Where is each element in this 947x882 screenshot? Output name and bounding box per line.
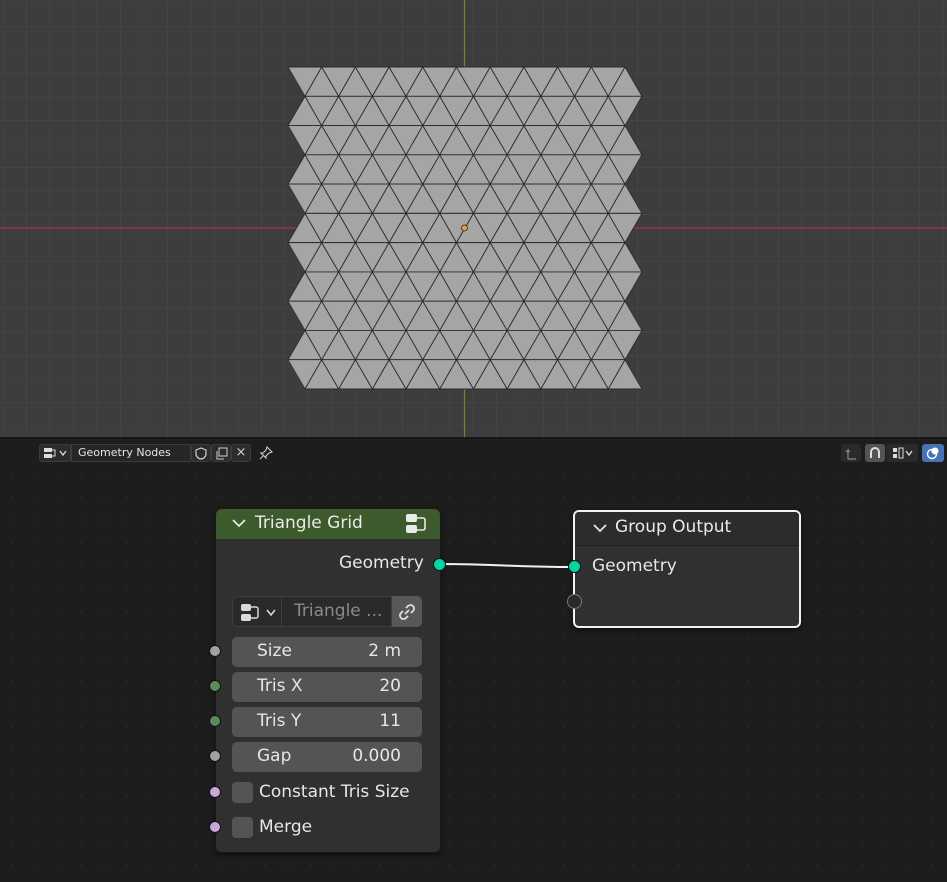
node-tree-icon (44, 448, 56, 458)
node-title: Triangle Grid (255, 513, 363, 533)
fake-user-button[interactable] (191, 444, 211, 462)
geometry-output-socket[interactable] (433, 558, 446, 571)
merge-checkbox[interactable] (232, 817, 253, 838)
overlay-icon (926, 447, 939, 460)
constant-tris-size-label: Constant Tris Size (259, 782, 410, 802)
tris-x-label: Tris X (257, 676, 303, 696)
chevron-down-icon (266, 609, 276, 617)
duplicate-tree-button[interactable] (211, 444, 231, 462)
node-group-icon (406, 514, 426, 533)
gap-value: 0.000 (352, 746, 401, 766)
size-input-socket[interactable] (209, 645, 221, 657)
tris-y-value: 11 (379, 711, 401, 731)
node-title: Group Output (615, 517, 732, 537)
gap-label: Gap (257, 746, 292, 766)
merge-socket[interactable] (209, 821, 221, 833)
constant-tris-size-socket[interactable] (209, 786, 221, 798)
viewport-canvas[interactable] (0, 0, 947, 437)
tris-x-value: 20 (379, 676, 401, 696)
snap-toggle[interactable] (865, 444, 885, 462)
collapse-chevron-icon[interactable] (232, 518, 246, 528)
empty-input-socket[interactable] (567, 594, 582, 609)
output-geometry-label: Geometry (339, 553, 424, 573)
merge-label: Merge (259, 817, 313, 837)
snap-mode-icon (893, 447, 904, 459)
unlink-tree-button[interactable]: × (231, 444, 251, 462)
object-origin-dot (461, 224, 468, 232)
tris-y-input-socket[interactable] (209, 715, 221, 727)
tris-x-input-socket[interactable] (209, 680, 221, 692)
snap-icon (870, 447, 880, 458)
close-icon: × (235, 445, 247, 460)
node-group-selector[interactable]: Triangle ... (232, 596, 422, 627)
node-group-name[interactable]: Triangle ... (282, 596, 392, 627)
gap-field[interactable]: Gap 0.000 (232, 742, 422, 772)
node-editor-dot-grid (11, 473, 933, 866)
pin-icon (259, 445, 274, 460)
node-tree-icon (241, 604, 259, 621)
node-group-browse-button[interactable] (232, 596, 282, 627)
node-tree-name-field[interactable]: Geometry Nodes (71, 444, 191, 462)
node-header[interactable]: Triangle Grid (216, 509, 440, 539)
input-geometry-label: Geometry (592, 556, 677, 576)
node-editor[interactable]: Geometry Nodes × Triangle Grid Geometry (0, 439, 947, 882)
tris-y-label: Tris Y (257, 711, 302, 731)
parent-node-tree-icon (845, 448, 856, 460)
chevron-down-icon (905, 450, 913, 457)
collapse-chevron-icon[interactable] (593, 523, 607, 533)
tris-x-field[interactable]: Tris X 20 (232, 672, 422, 702)
node-header[interactable]: Group Output (575, 512, 799, 546)
shield-icon (195, 446, 207, 460)
copy-icon (216, 447, 227, 459)
constant-tris-size-checkbox[interactable] (232, 782, 253, 803)
size-field[interactable]: Size 2 m (232, 637, 422, 667)
parent-node-tree-button[interactable] (841, 444, 861, 462)
tris-y-field[interactable]: Tris Y 11 (232, 707, 422, 737)
node-tree-type-select[interactable] (39, 444, 71, 462)
chevron-down-icon (59, 450, 67, 457)
gap-input-socket[interactable] (209, 750, 221, 762)
size-value: 2 m (368, 641, 401, 661)
3d-viewport[interactable] (0, 0, 947, 437)
link-icon (399, 603, 415, 620)
pin-button[interactable] (258, 445, 276, 463)
make-single-user-button[interactable] (392, 596, 422, 627)
size-label: Size (257, 641, 292, 661)
geometry-input-socket[interactable] (568, 560, 581, 573)
snap-mode-select[interactable] (886, 444, 918, 462)
overlay-toggle[interactable] (922, 444, 944, 462)
